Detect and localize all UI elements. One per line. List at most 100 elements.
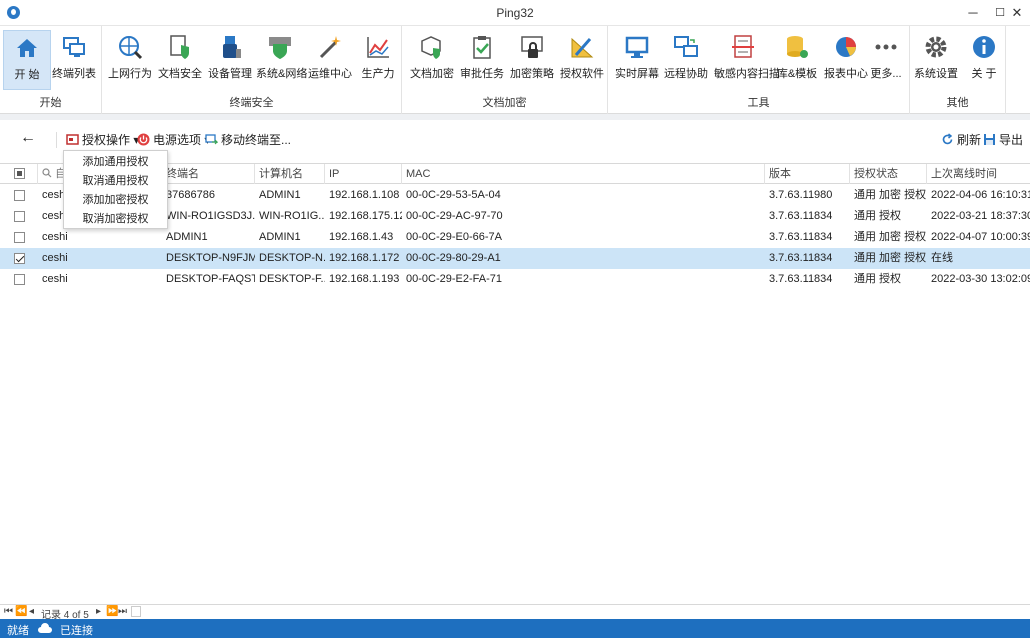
- home-icon: [17, 39, 37, 57]
- terminal-list-button[interactable]: 终端列表: [50, 30, 98, 90]
- cell-terminal-name: DESKTOP-FAQST...: [166, 273, 255, 285]
- col-ip[interactable]: IP: [325, 164, 402, 184]
- ribbon-group-label: 工具: [747, 97, 770, 109]
- cell-ip: 192.168.1.193: [329, 273, 400, 285]
- about-label: 关 于: [971, 68, 997, 80]
- cancel-encrypt-auth-item[interactable]: 取消加密授权: [64, 210, 167, 229]
- remote-assist-button[interactable]: 远程协助: [662, 30, 710, 90]
- firewall-shield-icon: [269, 37, 291, 59]
- refresh-label: 刷新: [957, 133, 982, 147]
- row-checkbox[interactable]: [14, 253, 25, 264]
- sensitive-scan-button[interactable]: 敏感内容扫描: [714, 30, 780, 90]
- start-button-label: 开 始: [14, 69, 40, 81]
- more-button[interactable]: 更多...: [862, 30, 910, 90]
- auth-ops-label: 授权操作 ▾: [82, 133, 140, 147]
- col-mac[interactable]: MAC: [402, 164, 765, 184]
- add-encrypt-auth-item[interactable]: 添加加密授权: [64, 191, 167, 210]
- close-button[interactable]: ✕: [1000, 0, 1030, 26]
- productivity-label: 生产力: [361, 68, 395, 80]
- move-terminal-button[interactable]: 移动终端至...: [205, 131, 291, 149]
- col-terminal-name[interactable]: 终端名: [162, 164, 255, 184]
- select-all-checkbox[interactable]: [14, 168, 25, 179]
- monitors-icon: [63, 37, 85, 57]
- horizontal-scrollbar[interactable]: [131, 606, 141, 617]
- more-dots-icon: [875, 44, 897, 50]
- export-label: 导出: [999, 133, 1024, 147]
- next-page-button[interactable]: ⏩: [106, 606, 118, 617]
- cell-terminal-name: WIN-RO1IGSD3J...: [166, 210, 255, 222]
- device-management-button[interactable]: 设备管理: [206, 30, 254, 90]
- realtime-screen-label: 实时屏幕: [615, 68, 659, 80]
- system-settings-button[interactable]: 系统设置: [912, 30, 960, 90]
- line-chart-icon: [367, 37, 389, 58]
- cell-computer-name: WIN-RO1IG...: [259, 210, 325, 222]
- terminal-list-label: 终端列表: [52, 68, 96, 80]
- cell-ip: 192.168.1.172: [329, 252, 400, 264]
- power-options-dropdown[interactable]: 电源选项 ▾: [137, 131, 210, 149]
- document-security-button[interactable]: 文档安全: [156, 30, 204, 90]
- row-checkbox[interactable]: [14, 211, 25, 222]
- cloud-icon: [38, 623, 52, 633]
- productivity-button[interactable]: 生产力: [354, 30, 402, 90]
- auth-ops-dropdown[interactable]: 授权操作 ▾: [66, 131, 139, 149]
- row-checkbox[interactable]: [14, 232, 25, 243]
- export-button[interactable]: 导出: [983, 131, 1023, 149]
- about-button[interactable]: 关 于: [960, 30, 1008, 90]
- system-network-button[interactable]: 系统&网络: [256, 30, 308, 90]
- cell-ip: 192.168.1.108: [329, 189, 400, 201]
- system-network-label: 系统&网络: [256, 68, 308, 80]
- system-settings-label: 系统设置: [914, 68, 958, 80]
- gear-icon: [925, 36, 947, 58]
- cell-mac: 00-0C-29-AC-97-70: [406, 210, 503, 222]
- realtime-screen-button[interactable]: 实时屏幕: [613, 30, 661, 90]
- refresh-button[interactable]: 刷新: [941, 131, 981, 149]
- add-general-auth-item[interactable]: 添加通用授权: [64, 153, 167, 172]
- table-row[interactable]: ceshi DESKTOP-N9FJMLI DESKTOP-N... 192.168.…: [0, 248, 1030, 269]
- doc-encryption-button[interactable]: 文档加密: [408, 30, 456, 90]
- next-record-button[interactable]: ▸: [96, 606, 101, 617]
- lock-window-icon: [521, 36, 543, 58]
- back-button[interactable]: ←: [20, 129, 36, 147]
- status-bar: 就绪 已连接: [0, 619, 1030, 638]
- prev-record-button[interactable]: ◂: [29, 606, 34, 617]
- row-checkbox[interactable]: [14, 190, 25, 201]
- library-template-button[interactable]: 库&模板: [773, 30, 821, 90]
- ribbon-group-label: 其他: [946, 97, 969, 109]
- col-last-offline[interactable]: 上次离线时间: [927, 164, 1030, 184]
- ribbon-group-endpoint-security: 上网行为 文档安全 设备管理 系统&网络 运维中心 生产力 终端安全: [102, 26, 402, 114]
- start-button[interactable]: 开 始: [3, 30, 51, 90]
- prev-page-button[interactable]: ⏪: [15, 606, 27, 617]
- ribbon-group-doc-encryption: 文档加密 审批任务 加密策略 授权软件 文档加密: [402, 26, 608, 114]
- col-computer-name[interactable]: 计算机名: [255, 164, 325, 184]
- more-label: 更多...: [870, 68, 902, 80]
- col-auth-status[interactable]: 授权状态: [850, 164, 927, 184]
- table-row[interactable]: ceshi ADMIN1 ADMIN1 192.168.1.43 00-0C-29-E0…: [0, 227, 1030, 248]
- cell-version: 3.7.63.11834: [769, 231, 833, 243]
- cell-auth-status: 通用 授权: [854, 273, 902, 285]
- table-row[interactable]: ceshi DESKTOP-FAQST... DESKTOP-F... 192.168…: [0, 269, 1030, 290]
- col-version[interactable]: 版本: [765, 164, 850, 184]
- row-checkbox[interactable]: [14, 274, 25, 285]
- library-template-label: 库&模板: [776, 68, 818, 80]
- cancel-general-auth-item[interactable]: 取消通用授权: [64, 172, 167, 191]
- sensitive-scan-label: 敏感内容扫描: [714, 68, 780, 80]
- first-record-button[interactable]: ⏮: [4, 606, 13, 617]
- ribbon-group-other: 系统设置 关 于 其他: [910, 26, 1006, 114]
- cell-auth-status: 通用 授权: [854, 210, 902, 222]
- cell-auth-status: 通用 加密 授权: [854, 189, 927, 201]
- cube-shield-icon: [421, 36, 441, 59]
- last-record-button[interactable]: ⏭: [118, 606, 127, 617]
- web-behavior-button[interactable]: 上网行为: [106, 30, 154, 90]
- encryption-policy-label: 加密策略: [510, 68, 554, 80]
- document-security-label: 文档安全: [158, 68, 202, 80]
- approval-tasks-button[interactable]: 审批任务: [458, 30, 506, 90]
- cell-group: ceshi: [42, 252, 68, 264]
- encryption-policy-button[interactable]: 加密策略: [508, 30, 556, 90]
- cell-computer-name: DESKTOP-F...: [259, 273, 325, 285]
- power-options-label: 电源选项 ▾: [153, 133, 211, 147]
- ops-center-button[interactable]: 运维中心: [306, 30, 354, 90]
- globe-search-icon: [119, 36, 143, 60]
- authorized-software-button[interactable]: 授权软件: [558, 30, 606, 90]
- window-title: Ping32: [496, 6, 534, 20]
- status-connection: 已连接: [60, 625, 93, 637]
